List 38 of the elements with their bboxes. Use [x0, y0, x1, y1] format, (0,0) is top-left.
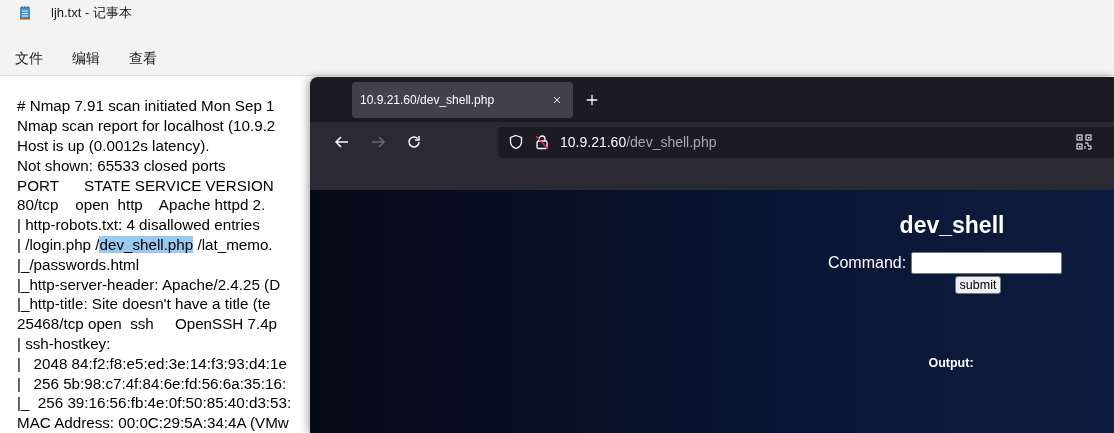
submit-button[interactable]: submit — [954, 276, 1002, 294]
forward-arrow-icon — [370, 134, 386, 150]
text-line: 80/tcp open http Apache httpd 2. — [17, 195, 266, 216]
menu-item[interactable]: 查看 — [116, 49, 170, 68]
text-line: |_/passwords.html — [17, 254, 140, 275]
text-line: Not shown: 65533 closed ports — [17, 155, 226, 176]
address-bar[interactable]: 10.9.21.60/dev_shell.php — [498, 126, 1114, 158]
text-line: MAC Address: 00:0C:29:5A:34:4A (VMw — [17, 413, 289, 433]
back-arrow-icon — [334, 134, 350, 150]
text-line: Host is up (0.0012s latency). — [17, 136, 210, 156]
menu-item[interactable]: 文件 — [2, 49, 56, 68]
text-line: |_http-title: Site doesn't have a title (te — [17, 294, 271, 315]
lock-icon — [534, 134, 550, 150]
output-label: Output: — [928, 356, 974, 370]
plus-icon — [585, 92, 599, 107]
text-line: | ssh-hostkey: — [17, 334, 111, 354]
text-line: |_ 256 39:16:56:fb:4e:0f:50:85:40:d3:53: — [17, 393, 292, 414]
page-heading: dev_shell — [899, 212, 1005, 239]
qr-code-icon — [1076, 134, 1092, 150]
text-line: # Nmap 7.91 scan initiated Mon Sep 1 — [17, 96, 275, 117]
text-line: PORT STATE SERVICE VERSION — [17, 175, 274, 196]
reload-icon — [406, 134, 422, 150]
shield-icon — [508, 134, 524, 150]
window-title: ljh.txt - 记事本 — [51, 3, 132, 22]
url-host: 10.9.21.60 — [560, 134, 627, 150]
text-line: | 2048 84:f2:f8:e5:ed:3e:14:f3:93:d4:1e — [17, 353, 287, 374]
url-path: /dev_shell.php — [626, 134, 717, 150]
command-label: Command: — [827, 254, 907, 272]
text-line: |_http-server-header: Apache/2.4.25 (D — [17, 274, 281, 295]
text-line: 25468/tcp open ssh OpenSSH 7.4p — [17, 314, 278, 334]
browser-tab[interactable]: 10.9.21.60/dev_shell.php — [352, 81, 573, 118]
text-line: | http-robots.txt: 4 disallowed entries — [17, 215, 260, 236]
menu-item[interactable]: 编辑 — [59, 49, 113, 68]
notepad-icon — [17, 4, 33, 21]
text-line: | 256 5b:98:c7:4f:84:6e:fd:56:6a:35:16: — [17, 373, 287, 394]
command-input[interactable] — [911, 252, 1063, 274]
text-line: | /login.php /dev_shell.php /lat_memo. — [17, 235, 273, 255]
text-line: Nmap scan report for localhost (10.9.2 — [17, 116, 276, 137]
